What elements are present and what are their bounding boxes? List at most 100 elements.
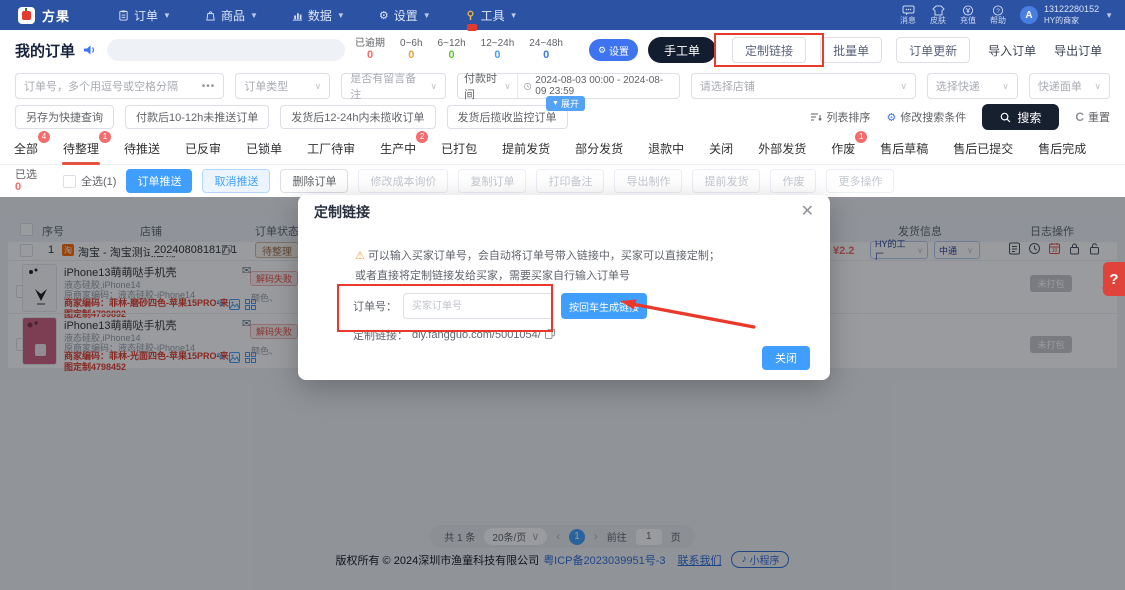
tab-all[interactable]: 全部 4 [13,130,51,165]
disabled-action-button[interactable]: 作废 [770,169,817,193]
nav-item-data[interactable]: 数据 ▼ [292,7,345,24]
order-no-input[interactable]: 订单号，多个用逗号或空格分隔 ••• [15,73,225,99]
quick-filter-unpushed[interactable]: 付款后10-12h未推送订单 [125,105,270,129]
custom-link-button[interactable]: 定制链接 [714,33,825,67]
bag-icon [206,10,215,21]
help-icon[interactable]: ? 帮助 [990,5,1006,26]
selected-count: 0 [15,181,22,193]
tab-voided[interactable]: 作废 1 [830,130,868,165]
expand-toggle[interactable]: ▼ 展开 [546,96,585,111]
icon-label: 消息 [900,15,917,25]
recharge-icon[interactable]: 充值 [960,5,976,26]
buyer-order-no-input[interactable] [403,293,553,319]
tab-closed[interactable]: 关闭 [708,132,734,165]
tab-aftersale-done[interactable]: 售后完成 [1037,132,1087,165]
tab-badge: 2 [416,130,429,143]
announcement-speaker-icon [83,44,97,56]
stat-label: 0~6h [400,37,423,49]
disabled-action-button[interactable]: 更多操作 [826,169,895,193]
date-range-input[interactable]: 2024-08-03 00:00 - 2024-08-09 23:59 [518,75,679,97]
user-menu[interactable]: A 13122280152 HY的商家 ▼ [1020,4,1113,25]
stat-label: 6~12h [437,37,466,49]
tip-text: 或者直接将定制链接发给买家，需要买家自行输入订单号 [355,270,630,282]
nav-item-tools[interactable]: 工具 ▼ [465,7,518,31]
pay-time-select[interactable]: 付款时间 ∨ [458,73,518,101]
select-all-checkbox[interactable] [63,174,76,188]
nav-item-orders[interactable]: 订单 ▼ [118,7,171,24]
button-label: 修改搜索条件 [900,112,967,124]
tab-locked[interactable]: 已锁单 [245,132,283,165]
modify-search-button[interactable]: ⚙ 修改搜索条件 [886,109,966,125]
message-icon[interactable]: 消息 [900,5,916,26]
wrench-icon [467,10,474,20]
batch-order-button[interactable]: 批量单 [820,37,883,63]
stat-value: 0 [448,49,455,62]
generate-link-button[interactable]: 按回车生成链接 [561,293,647,319]
disabled-action-button[interactable]: 修改成本询价 [358,169,449,193]
waybill-select[interactable]: 快递面单 ∨ [1028,73,1110,99]
save-quick-query-button[interactable]: 另存为快捷查询 [15,105,114,129]
manual-order-button[interactable]: 手工单 [648,37,717,63]
express-select[interactable]: 选择快递 ∨ [926,73,1018,99]
nav-menu: 订单 ▼ 商品 ▼ 数据 ▼ ⚙ 设置 ▼ 工具 ▼ [118,7,518,31]
search-button[interactable]: 搜索 [982,104,1060,130]
tab-pending-sort[interactable]: 待整理 1 [62,130,112,165]
tab-packed[interactable]: 已打包 [440,132,478,165]
modal-close-button[interactable]: 关闭 [762,346,810,370]
disabled-action-button[interactable]: 打印备注 [536,169,605,193]
gear-icon: ⚙ [886,111,897,124]
tab-label: 售后草稿 [880,141,929,156]
tip-text: 可以输入买家订单号，会自动将订单号带入链接中，买家可以直接定制； [367,250,720,262]
nav-label: 设置 [393,8,418,23]
reset-button[interactable]: C 重置 [1075,109,1110,125]
chevron-down-icon: ▼ [552,100,559,107]
chevron-down-icon: ▼ [249,10,258,20]
tab-pending-push[interactable]: 待推送 [123,132,161,165]
push-orders-button[interactable]: 订单推送 [126,169,193,193]
order-update-button[interactable]: 订单更新 [896,37,971,63]
import-orders-button[interactable]: 导入订单 [988,42,1036,59]
tab-badge: 1 [99,130,112,143]
stat-value: 0 [494,49,501,62]
select-all[interactable]: 全选(1) [63,173,116,189]
list-sort-button[interactable]: 列表排序 [810,109,870,125]
tab-external-ship[interactable]: 外部发货 [757,132,807,165]
help-float-button[interactable]: ? [1102,262,1125,296]
disabled-action-button[interactable]: 导出制作 [614,169,683,193]
copy-icon[interactable] [544,328,555,342]
nav-item-settings[interactable]: ⚙ 设置 ▼ [379,7,431,24]
nav-item-products[interactable]: 商品 ▼ [205,7,258,24]
order-type-select[interactable]: 订单类型 ∨ [235,73,331,99]
chevron-down-icon: ∨ [314,80,322,91]
close-icon[interactable]: ✕ [801,204,814,220]
button-label: 重置 [1088,112,1110,124]
user-phone: 13122280152 [1044,4,1100,15]
stats-settings-button[interactable]: ⚙ 设置 [588,39,639,61]
tab-aftersale-submitted[interactable]: 售后已提交 [952,132,1014,165]
tab-early-ship[interactable]: 提前发货 [501,132,551,165]
has-message-select[interactable]: 是否有留言备注 ∨ [341,73,446,101]
date-range-value: 2024-08-03 00:00 - 2024-08-09 23:59 [535,75,664,97]
tab-partial-ship[interactable]: 部分发货 [574,132,624,165]
chevron-down-icon: ∨ [1002,80,1009,91]
tab-in-production[interactable]: 生产中 2 [379,130,429,165]
quick-filter-uncollected[interactable]: 发货后12-24h内未揽收订单 [280,105,436,129]
tab-refunding[interactable]: 退款中 [647,132,685,165]
tab-reviewed[interactable]: 已反审 [184,132,222,165]
disabled-action-button[interactable]: 复制订单 [458,169,527,193]
disabled-action-button[interactable]: 提前发货 [692,169,761,193]
skin-icon[interactable]: 皮肤 [930,5,946,26]
tab-factory-review[interactable]: 工厂待审 [306,132,356,165]
gear-icon: ⚙ [597,44,607,55]
shop-select[interactable]: 请选择店铺 ∨ [690,73,916,99]
tab-aftersale-draft[interactable]: 售后草稿 [879,132,929,165]
brand-name: 方果 [42,8,71,24]
delete-orders-button[interactable]: 删除订单 [280,169,349,193]
stat-12-24h: 12~24h 0 [481,38,515,62]
tab-label: 工厂待审 [307,141,356,156]
export-orders-button[interactable]: 导出订单 [1054,42,1102,59]
clipboard-icon [119,9,128,21]
chevron-down-icon: ▼ [336,10,345,20]
cancel-push-button[interactable]: 取消推送 [202,169,271,193]
select-placeholder: 请选择店铺 [699,81,755,93]
